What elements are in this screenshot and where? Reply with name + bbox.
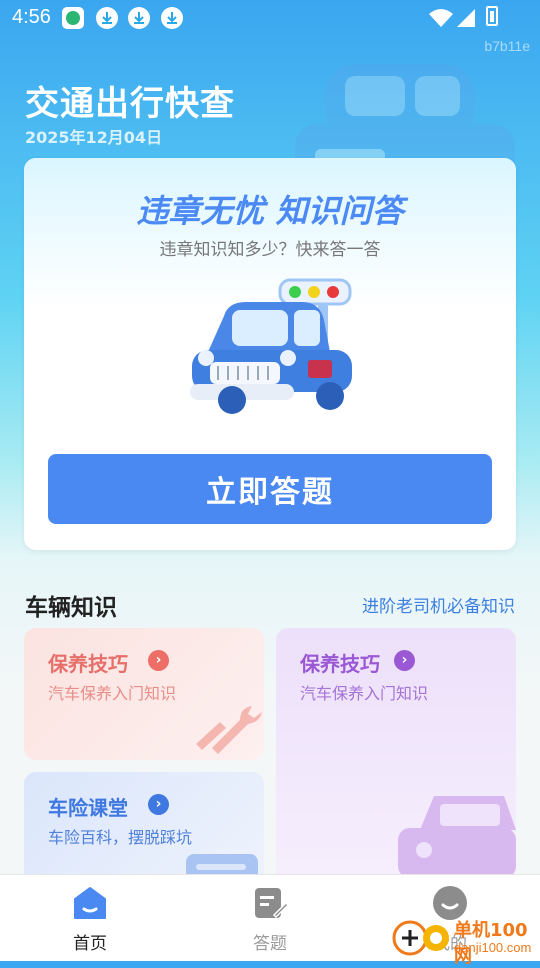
- tile-insurance-class[interactable]: 车险课堂 › 车险百科，摆脱踩坑: [24, 772, 264, 888]
- download-icon: [161, 7, 183, 29]
- edit-icon: [255, 888, 288, 919]
- tile-desc: 车险百科，摆脱踩坑: [48, 828, 193, 847]
- tile-title: 车险课堂: [48, 796, 128, 820]
- car-traffic-light-illustration: [190, 278, 352, 414]
- chevron-right-icon: ›: [394, 650, 415, 671]
- start-quiz-button[interactable]: 立即答题: [48, 454, 492, 524]
- tile-title: 保养技巧: [300, 652, 380, 676]
- wifi-icon: [429, 9, 453, 27]
- page-date: 2025年12月04日: [25, 128, 163, 147]
- home-icon: [74, 887, 106, 919]
- tile-desc: 汽车保养入门知识: [48, 684, 177, 703]
- status-time: 4:56: [12, 6, 51, 28]
- tab-label: 首页: [73, 934, 107, 954]
- watermark-code: b7b11e: [484, 38, 530, 54]
- download-icon: [96, 7, 118, 29]
- site-watermark: 单机100网 danji100.com: [392, 914, 540, 967]
- section-link[interactable]: 进阶老司机必备知识: [362, 592, 515, 617]
- tile-maintenance-tips-2[interactable]: 保养技巧 › 汽车保养入门知识: [276, 628, 516, 888]
- chevron-right-icon: ›: [148, 650, 169, 671]
- download-icon: [128, 7, 150, 29]
- wrench-icon: [196, 706, 262, 754]
- signal-icon: [457, 9, 475, 27]
- app-notification-icon: [62, 7, 84, 29]
- quiz-title: 违章无忧 知识问答: [136, 192, 404, 230]
- tab-quiz[interactable]: 答题: [180, 875, 360, 961]
- quiz-card: 违章无忧 知识问答 违章知识知多少？快来答一答 立即答题: [24, 158, 516, 550]
- chevron-right-icon: ›: [148, 794, 169, 815]
- quiz-subtitle: 违章知识知多少？快来答一答: [159, 240, 381, 260]
- tile-desc: 汽车保养入门知识: [300, 684, 429, 703]
- site-logo-icon: [392, 920, 449, 956]
- site-watermark-url: danji100.com: [454, 940, 532, 955]
- battery-icon: [486, 6, 498, 26]
- tile-title: 保养技巧: [48, 652, 128, 676]
- status-bar: 4:56: [0, 0, 540, 36]
- tile-maintenance-tips[interactable]: 保养技巧 › 汽车保养入门知识: [24, 628, 264, 760]
- tab-home[interactable]: 首页: [0, 875, 180, 961]
- section-title: 车辆知识: [25, 595, 117, 621]
- tab-label: 答题: [253, 934, 287, 954]
- page-title: 交通出行快查: [25, 84, 235, 124]
